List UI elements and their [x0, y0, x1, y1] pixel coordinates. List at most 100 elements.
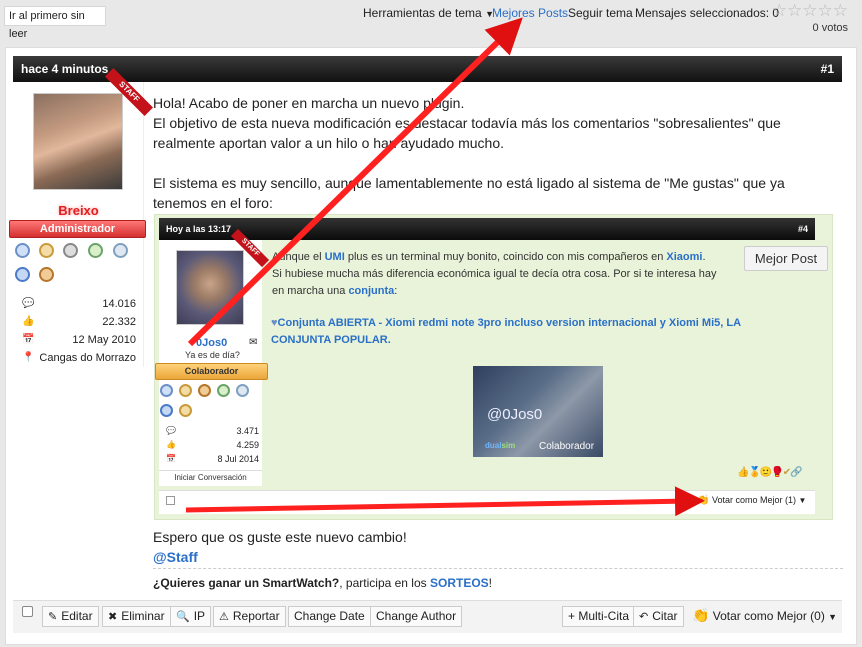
ip-button[interactable]: 🔍 IP — [170, 606, 212, 627]
badge-icon — [39, 267, 54, 282]
badges — [15, 243, 135, 283]
location-icon: 📍 — [22, 352, 35, 363]
stat-value: 12 May 2010 — [72, 334, 136, 346]
quoted-role-badge: Colaborador — [155, 363, 268, 380]
badge-icon — [179, 404, 192, 417]
hand-icon: 👏 — [697, 495, 710, 506]
quoted-stat-joined: 📅 8 Jul 2014 — [166, 454, 259, 466]
chevron-down-icon: ▼ — [828, 612, 838, 622]
quote-label: Citar — [652, 609, 678, 623]
stat-value: 4.259 — [236, 440, 259, 450]
hand-icon: 👏 — [692, 607, 710, 623]
body-line: realmente aportan valor a un hilo o han … — [153, 135, 505, 151]
badge-icon — [88, 243, 103, 258]
banner-brand: dualsim — [485, 441, 516, 450]
quoted-username: 0Jos0 — [196, 337, 228, 349]
badge-icon — [198, 384, 211, 397]
first-unread-button[interactable]: Ir al primero sin leer — [4, 6, 106, 40]
badge-icon — [39, 243, 54, 258]
username[interactable]: Breixo — [13, 203, 144, 218]
quote-button[interactable]: ↶ Citar — [633, 606, 684, 627]
post-number[interactable]: #1 — [821, 56, 834, 82]
quoted-reactions-icon: 👍🏅🙂🥊✔🔗 — [737, 467, 803, 478]
quoted-text: en marcha una — [272, 285, 349, 297]
best-posts-link[interactable]: Mejores Posts — [492, 6, 568, 20]
quoted-start-conversation: Iniciar Conversación — [159, 470, 262, 485]
quoted-conjunta-link: ♥Conjunta ABIERTA - Xiomi redmi note 3pr… — [271, 315, 811, 349]
calendar-icon: 📅 — [166, 454, 176, 463]
quoted-post-time: Hoy a las 13:17 — [166, 224, 232, 234]
badge-icon — [15, 267, 30, 282]
banner-role: Colaborador — [539, 441, 595, 452]
badge-icon — [160, 384, 173, 397]
edit-button[interactable]: ✎ Editar — [42, 606, 99, 627]
body-line: El objetivo de esta nueva modificación e… — [153, 115, 781, 131]
edit-label: Editar — [61, 609, 93, 623]
vote-best-button[interactable]: 👏 Votar como Mejor (0) ▼ — [692, 606, 837, 627]
staff-mention-link[interactable]: @Staff — [153, 547, 753, 567]
role-badge: Administrador — [9, 220, 146, 238]
rating-stars[interactable]: ☆☆☆☆☆ — [772, 2, 848, 19]
stat-value: 8 Jul 2014 — [217, 454, 259, 464]
post-closing: Espero que os guste este nuevo cambio! @… — [153, 527, 753, 567]
quoted-user-status: Ya es de día? — [185, 350, 240, 360]
quoted-link: Conjunta ABIERTA - Xiomi redmi note 3pro… — [277, 317, 742, 329]
vote-label: Votar como Mejor (0) — [712, 609, 825, 623]
thread-tools-menu[interactable]: Herramientas de tema ▼ — [363, 6, 494, 20]
quoted-vote-label: Votar como Mejor (1) — [711, 495, 796, 505]
quoted-stat-likes: 👍 4.259 — [166, 440, 259, 452]
quoted-text: : — [394, 285, 398, 297]
quoted-link: conjunta — [348, 285, 395, 297]
signature-text: ¿Quieres ganar un SmartWatch? — [153, 576, 340, 590]
signature-divider — [153, 568, 843, 569]
closing-line: Espero que os guste este nuevo cambio! — [153, 529, 407, 545]
vote-count: 0 votos — [812, 22, 848, 34]
quoted-post-number: #4 — [797, 224, 808, 234]
quoted-text: Si hubiese mucha más diferencia económic… — [272, 268, 717, 280]
warning-icon: ⚠ — [219, 611, 229, 623]
multi-quote-button[interactable]: + Multi-Cita — [562, 606, 636, 627]
ip-label: IP — [193, 609, 206, 623]
post-header: hace 4 minutos #1 — [13, 56, 842, 82]
body-line: Hola! Acabo de poner en marcha un nuevo … — [153, 95, 465, 111]
report-button[interactable]: ⚠ Reportar — [213, 606, 286, 627]
sorteos-link[interactable]: SORTEOS — [430, 576, 489, 590]
selected-messages[interactable]: Mensajes seleccionados: 0 — [635, 6, 779, 20]
thread-tools-label: Herramientas de tema — [363, 6, 482, 20]
change-author-button[interactable]: Change Author — [370, 606, 463, 627]
calendar-icon: 📅 — [22, 334, 35, 345]
quoted-badges — [160, 384, 260, 420]
stat-value: 22.332 — [102, 316, 136, 328]
quoted-text: plus es un terminal muy bonito, coincido… — [344, 251, 667, 263]
select-post-checkbox[interactable] — [22, 606, 33, 617]
report-label: Reportar — [232, 609, 280, 623]
badge-icon — [15, 243, 30, 258]
avatar[interactable] — [33, 93, 123, 190]
badge-icon — [63, 243, 78, 258]
signature-text: ! — [488, 576, 493, 590]
delete-button[interactable]: ✖ Eliminar — [102, 606, 171, 627]
quoted-link: UMI — [324, 251, 345, 263]
close-icon: ✖ — [108, 611, 118, 623]
quoted-stat-posts: 💬 3.471 — [166, 426, 259, 438]
stat-location: 📍 Cangas do Morrazo — [22, 352, 136, 366]
quoted-body: Aunque el UMI plus es un terminal muy bo… — [272, 249, 738, 300]
search-icon: 🔍 — [176, 611, 190, 623]
quoted-best-post-button: Mejor Post — [744, 246, 828, 271]
stat-joined: 📅 12 May 2010 — [22, 334, 136, 348]
quoted-avatar — [176, 250, 244, 325]
badge-icon — [236, 384, 249, 397]
stat-value: Cangas do Morrazo — [39, 352, 136, 364]
follow-thread-link[interactable]: Seguir tema — [568, 6, 633, 20]
change-date-button[interactable]: Change Date — [288, 606, 371, 627]
stat-posts: 💬 14.016 — [22, 298, 136, 312]
quoted-link: Xiaomi — [666, 251, 703, 263]
badge-icon — [113, 243, 128, 258]
thumbs-up-icon: 👍 — [166, 440, 176, 449]
badge-icon — [179, 384, 192, 397]
post-body: Hola! Acabo de poner en marcha un nuevo … — [153, 93, 843, 213]
chevron-down-icon: ▼ — [798, 496, 807, 505]
stat-likes: 👍 22.332 — [22, 316, 136, 330]
quoted-select-checkbox — [166, 496, 175, 505]
signature-banner: @0Jos0 dualsim Colaborador — [473, 366, 603, 457]
